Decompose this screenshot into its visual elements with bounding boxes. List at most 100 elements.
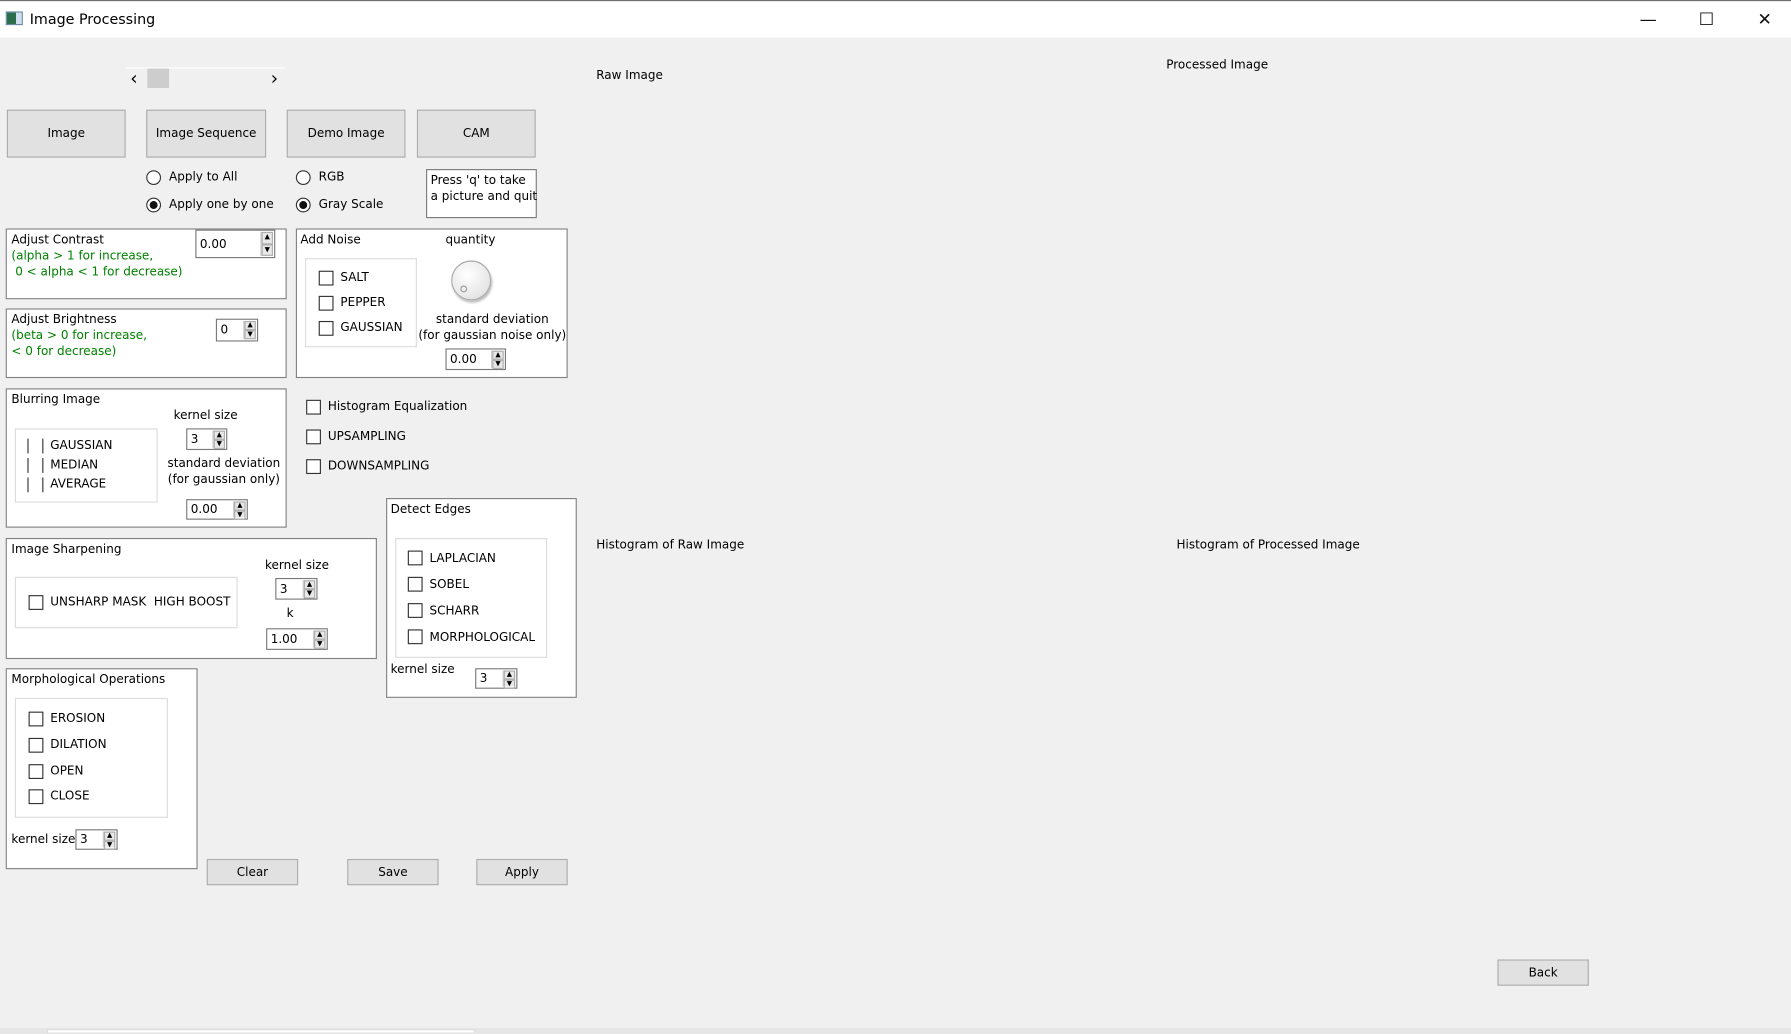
back-button[interactable]: Back	[1497, 959, 1589, 986]
histogram-equalization-checkbox[interactable]	[306, 399, 321, 415]
spin-down-icon[interactable]: ▼	[103, 840, 116, 850]
cam-hint-line: Press 'q' to take	[430, 173, 526, 188]
spin-up-icon[interactable]: ▲	[244, 320, 256, 331]
dilation-label[interactable]: DILATION	[50, 738, 106, 752]
erosion-checkbox[interactable]	[28, 711, 44, 727]
open-checkbox[interactable]	[28, 764, 44, 779]
spin-down-icon[interactable]: ▼	[314, 639, 326, 649]
morphological-edge-label[interactable]: MORPHOLOGICAL	[429, 631, 535, 645]
spin-up-icon[interactable]: ▲	[213, 430, 226, 440]
sobel-checkbox[interactable]	[407, 576, 423, 592]
gaussian-blur-label[interactable]: GAUSSIAN	[50, 439, 112, 453]
spin-down-icon[interactable]: ▼	[213, 439, 226, 449]
edges-kernel-spinbox[interactable]: 3 ▲ ▼	[475, 668, 518, 689]
chevron-right-icon[interactable]: ›	[271, 67, 278, 89]
apply-to-all-label[interactable]: Apply to All	[169, 170, 237, 184]
bottom-scroll-handle[interactable]	[46, 1029, 476, 1034]
minimize-button[interactable]: —	[1622, 5, 1675, 35]
salt-label[interactable]: SALT	[340, 271, 368, 285]
apply-button[interactable]: Apply	[476, 858, 568, 886]
unsharp-mask-label[interactable]: UNSHARP MASK HIGH BOOST	[50, 595, 230, 609]
noise-std-spinbox[interactable]: 0.00 ▲ ▼	[445, 348, 507, 371]
dilation-checkbox[interactable]	[28, 737, 44, 753]
group-title: Morphological Operations	[11, 672, 166, 687]
contrast-spinbox[interactable]: 0.00 ▲ ▼	[195, 229, 276, 259]
apply-one-by-one-radio[interactable]	[146, 197, 162, 213]
k-label: k	[286, 606, 294, 621]
spin-up-icon[interactable]: ▲	[303, 580, 316, 590]
navigator-handle[interactable]	[147, 68, 170, 88]
laplacian-label[interactable]: LAPLACIAN	[429, 552, 495, 566]
clear-button[interactable]: Clear	[206, 858, 299, 886]
salt-checkbox[interactable]	[318, 270, 334, 286]
rgb-label[interactable]: RGB	[319, 170, 345, 184]
upsampling-label[interactable]: UPSAMPLING	[328, 429, 406, 443]
downsampling-label[interactable]: DOWNSAMPLING	[328, 459, 430, 473]
k-spinbox[interactable]: 1.00 ▲ ▼	[266, 628, 328, 650]
brightness-spinbox[interactable]: 0 ▲ ▼	[215, 318, 259, 342]
close-button[interactable]: ✕	[1738, 5, 1791, 35]
chevron-left-icon[interactable]: ‹	[130, 67, 137, 89]
image-sequence-button[interactable]: Image Sequence	[146, 109, 267, 158]
gray-scale-radio[interactable]	[295, 197, 311, 213]
brightness-hint: (beta > 0 for increase,	[11, 328, 147, 343]
spin-up-icon[interactable]: ▲	[492, 350, 504, 360]
spin-down-icon[interactable]: ▼	[234, 510, 246, 520]
downsampling-checkbox[interactable]	[306, 459, 321, 475]
spin-up-icon[interactable]: ▲	[103, 831, 116, 841]
quantity-label: quantity	[445, 233, 496, 247]
histogram-processed-label: Histogram of Processed Image	[1176, 537, 1360, 552]
erosion-label[interactable]: EROSION	[50, 712, 105, 726]
demo-image-button[interactable]: Demo Image	[286, 109, 406, 158]
gaussian-noise-label[interactable]: GAUSSIAN	[340, 321, 402, 335]
open-label[interactable]: OPEN	[50, 764, 83, 778]
raw-image-label: Raw Image	[596, 68, 663, 83]
unsharp-mask-checkbox[interactable]	[28, 595, 44, 610]
maximize-button[interactable]: ☐	[1680, 5, 1733, 35]
close-checkbox[interactable]	[28, 789, 44, 805]
gray-scale-label[interactable]: Gray Scale	[319, 198, 384, 212]
close-label[interactable]: CLOSE	[50, 789, 89, 803]
rgb-radio[interactable]	[295, 170, 311, 186]
pepper-checkbox[interactable]	[318, 295, 334, 311]
spin-down-icon[interactable]: ▼	[303, 589, 316, 599]
save-button[interactable]: Save	[347, 858, 439, 886]
gaussian-blur-checkbox[interactable]	[27, 438, 44, 454]
cam-button[interactable]: CAM	[416, 109, 536, 158]
morph-kernel-spinbox[interactable]: 3 ▲ ▼	[75, 829, 118, 850]
spin-up-icon[interactable]: ▲	[234, 501, 246, 511]
sobel-label[interactable]: SOBEL	[429, 578, 469, 592]
gaussian-noise-checkbox[interactable]	[318, 320, 334, 336]
histogram-equalization-label[interactable]: Histogram Equalization	[328, 400, 467, 414]
spinbox-value: 3	[190, 432, 199, 447]
spin-up-icon[interactable]: ▲	[314, 630, 326, 640]
median-blur-label[interactable]: MEDIAN	[50, 458, 98, 472]
spinbox-value: 1.00	[270, 632, 298, 646]
sharpen-kernel-spinbox[interactable]: 3 ▲ ▼	[275, 577, 318, 600]
sharpen-kernel-label: kernel size	[264, 558, 329, 573]
processed-image-label: Processed Image	[1166, 58, 1269, 72]
noise-std-label: (for gaussian noise only)	[418, 328, 567, 343]
median-blur-checkbox[interactable]	[27, 458, 44, 473]
laplacian-checkbox[interactable]	[407, 550, 423, 566]
spin-up-icon[interactable]: ▲	[261, 231, 273, 244]
pepper-label[interactable]: PEPPER	[340, 296, 385, 310]
edges-kernel-label: kernel size	[390, 662, 455, 677]
spin-down-icon[interactable]: ▼	[261, 243, 273, 256]
upsampling-checkbox[interactable]	[306, 429, 321, 445]
image-button[interactable]: Image	[6, 109, 126, 158]
spin-up-icon[interactable]: ▲	[503, 670, 516, 680]
scharr-label[interactable]: SCHARR	[429, 604, 479, 618]
quantity-dial[interactable]	[451, 260, 492, 301]
apply-one-by-one-label[interactable]: Apply one by one	[169, 198, 274, 212]
scharr-checkbox[interactable]	[407, 603, 423, 618]
apply-to-all-radio[interactable]	[146, 170, 162, 186]
blur-std-spinbox[interactable]: 0.00 ▲ ▼	[186, 499, 248, 520]
blur-kernel-spinbox[interactable]: 3 ▲ ▼	[186, 428, 228, 451]
morphological-edge-checkbox[interactable]	[407, 629, 423, 645]
spin-down-icon[interactable]: ▼	[503, 679, 516, 689]
average-blur-label[interactable]: AVERAGE	[50, 477, 106, 491]
spin-down-icon[interactable]: ▼	[244, 330, 256, 340]
average-blur-checkbox[interactable]	[27, 477, 44, 493]
spin-down-icon[interactable]: ▼	[492, 359, 504, 369]
